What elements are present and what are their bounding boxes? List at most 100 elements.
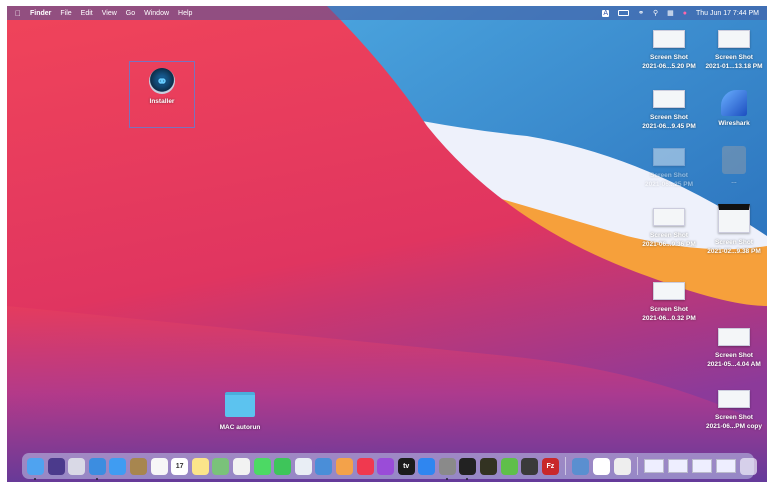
screenshot-thumbnail-icon bbox=[718, 30, 750, 48]
file-label-line2: 2021-05...4.04 AM bbox=[707, 360, 761, 368]
running-indicator bbox=[34, 477, 36, 480]
screenshot-file[interactable]: Screen Shot 2021-06...25 PM bbox=[637, 148, 701, 189]
screenshot-file[interactable]: Screen Shot 2021-02...9.38 PM bbox=[702, 204, 766, 256]
siri-icon[interactable]: ● bbox=[683, 10, 687, 17]
launchpad-icon[interactable] bbox=[68, 457, 86, 475]
screenshot-file[interactable]: Screen Shot 2021-06...0.32 PM bbox=[637, 282, 701, 323]
screenshot-thumbnail-icon bbox=[653, 90, 685, 108]
safari-icon[interactable] bbox=[88, 457, 106, 480]
keynote-icon[interactable] bbox=[315, 457, 333, 475]
numbers-icon[interactable] bbox=[294, 457, 312, 475]
dock-icon-text: tv bbox=[403, 462, 410, 470]
screenshot-file[interactable]: Screen Shot 2021-01...13.18 PM bbox=[702, 30, 766, 71]
file-label-line1: ... bbox=[731, 178, 737, 185]
spotlight-icon[interactable]: ⚲ bbox=[653, 9, 658, 17]
file-label-line1: Screen Shot bbox=[650, 114, 688, 121]
input-source-icon[interactable]: A bbox=[602, 9, 610, 17]
screenshot-file[interactable]: Screen Shot 2021-06...9.36 PM bbox=[637, 208, 701, 249]
dock: 17 tv Fz bbox=[22, 453, 758, 480]
screenshot-thumbnail-icon bbox=[653, 30, 685, 48]
photos-icon[interactable] bbox=[232, 457, 250, 475]
dock-icon-text: 17 bbox=[175, 462, 184, 470]
terminal-icon[interactable] bbox=[459, 457, 477, 480]
file-label-line2: 2021-02...9.38 PM bbox=[707, 247, 761, 255]
reminders-icon[interactable] bbox=[150, 457, 168, 475]
menu-edit[interactable]: Edit bbox=[81, 10, 93, 17]
control-center-icon[interactable]: ▦ bbox=[667, 9, 674, 17]
minimized-window[interactable] bbox=[668, 459, 689, 473]
menu-finder[interactable]: Finder bbox=[30, 10, 51, 17]
podcasts-icon[interactable] bbox=[377, 457, 395, 475]
menu-window[interactable]: Window bbox=[144, 10, 169, 17]
preview-icon[interactable] bbox=[572, 457, 590, 475]
file-label-line2: 2021-06...PM copy bbox=[706, 422, 762, 430]
file-label-line2: 2021-06...0.32 PM bbox=[642, 314, 696, 322]
disk-volume[interactable]: ... bbox=[702, 146, 766, 187]
menu-file[interactable]: File bbox=[60, 10, 71, 17]
wireshark-icon bbox=[721, 90, 747, 116]
file-label-line1: Screen Shot bbox=[650, 232, 688, 239]
app-store-icon[interactable] bbox=[418, 457, 436, 475]
file-label-line2: 2021-06...25 PM bbox=[644, 180, 694, 188]
wifi-installer-icon: ⚭ bbox=[149, 68, 175, 94]
trash-icon[interactable] bbox=[740, 457, 758, 475]
file-label-line1: Screen Shot bbox=[650, 54, 688, 61]
messages-icon[interactable] bbox=[253, 457, 271, 475]
dock-separator bbox=[565, 457, 567, 475]
apple-tv-icon[interactable]: tv bbox=[397, 457, 415, 475]
menu-bar:  Finder File Edit View Go Window Help A… bbox=[7, 6, 767, 20]
minimized-window[interactable] bbox=[692, 459, 713, 473]
menu-go[interactable]: Go bbox=[126, 10, 135, 17]
file-label-line1: Screen Shot bbox=[715, 414, 753, 421]
notes-icon[interactable] bbox=[191, 457, 209, 475]
screenshot-file[interactable]: Screen Shot 2021-06...5.20 PM bbox=[637, 30, 701, 71]
system-preferences-icon[interactable] bbox=[438, 457, 456, 480]
green-app-icon[interactable] bbox=[500, 457, 518, 475]
desktop[interactable]:  Finder File Edit View Go Window Help A… bbox=[7, 6, 767, 482]
folder-mac-autorun[interactable]: MAC autorun bbox=[208, 392, 272, 433]
utility-icon[interactable] bbox=[613, 457, 631, 475]
screenshot-thumbnail-icon bbox=[653, 282, 685, 300]
minimized-window[interactable] bbox=[644, 459, 665, 473]
chrome-icon[interactable] bbox=[593, 457, 611, 475]
wireshark-app[interactable]: Wireshark bbox=[702, 90, 766, 129]
dark-app-icon[interactable] bbox=[521, 457, 539, 475]
battery-icon[interactable] bbox=[618, 10, 630, 16]
minimized-window[interactable] bbox=[716, 459, 737, 473]
screenshot-file[interactable]: Screen Shot 2021-06...PM copy bbox=[702, 390, 766, 431]
mail-icon[interactable] bbox=[109, 457, 127, 475]
wifi-icon[interactable]: ⚭ bbox=[638, 9, 644, 17]
file-label-line2: 2021-06...5.20 PM bbox=[642, 62, 696, 70]
menu-view[interactable]: View bbox=[102, 10, 117, 17]
file-label-line1: Screen Shot bbox=[715, 352, 753, 359]
hard-disk-icon bbox=[722, 146, 746, 174]
file-label-line1: Screen Shot bbox=[650, 172, 688, 179]
maps-icon[interactable] bbox=[212, 457, 230, 475]
clock[interactable]: Thu Jun 17 7:44 PM bbox=[696, 10, 759, 17]
finder-icon[interactable] bbox=[27, 457, 44, 480]
filezilla-icon[interactable]: Fz bbox=[541, 457, 559, 475]
contacts-icon[interactable] bbox=[129, 457, 147, 475]
screenshot-file[interactable]: Screen Shot 2021-05...4.04 AM bbox=[702, 328, 766, 369]
running-indicator bbox=[95, 477, 98, 480]
calendar-icon[interactable]: 17 bbox=[171, 457, 189, 475]
running-indicator bbox=[445, 477, 448, 480]
facetime-icon[interactable] bbox=[274, 457, 292, 475]
screenshot-thumbnail-icon bbox=[653, 148, 685, 166]
installer-icon[interactable]: ⚭ Installer bbox=[129, 61, 195, 128]
menu-help[interactable]: Help bbox=[178, 10, 192, 17]
console-icon[interactable] bbox=[480, 457, 498, 475]
apple-menu-icon[interactable]:  bbox=[15, 9, 21, 18]
pages-icon[interactable] bbox=[335, 457, 353, 475]
screenshot-file[interactable]: Screen Shot 2021-06...9.45 PM bbox=[637, 90, 701, 131]
file-label-line2: 2021-06...9.45 PM bbox=[642, 122, 696, 130]
dock-separator bbox=[637, 457, 639, 475]
music-icon[interactable] bbox=[356, 457, 374, 475]
folder-icon bbox=[225, 392, 255, 417]
screenshot-thumbnail-icon bbox=[718, 204, 750, 233]
siri-icon[interactable] bbox=[47, 457, 65, 475]
screenshot-thumbnail-icon bbox=[718, 328, 750, 346]
file-label-line2: 2021-01...13.18 PM bbox=[705, 62, 763, 70]
file-label-line1: Screen Shot bbox=[715, 54, 753, 61]
screenshot-thumbnail-icon bbox=[718, 390, 750, 408]
